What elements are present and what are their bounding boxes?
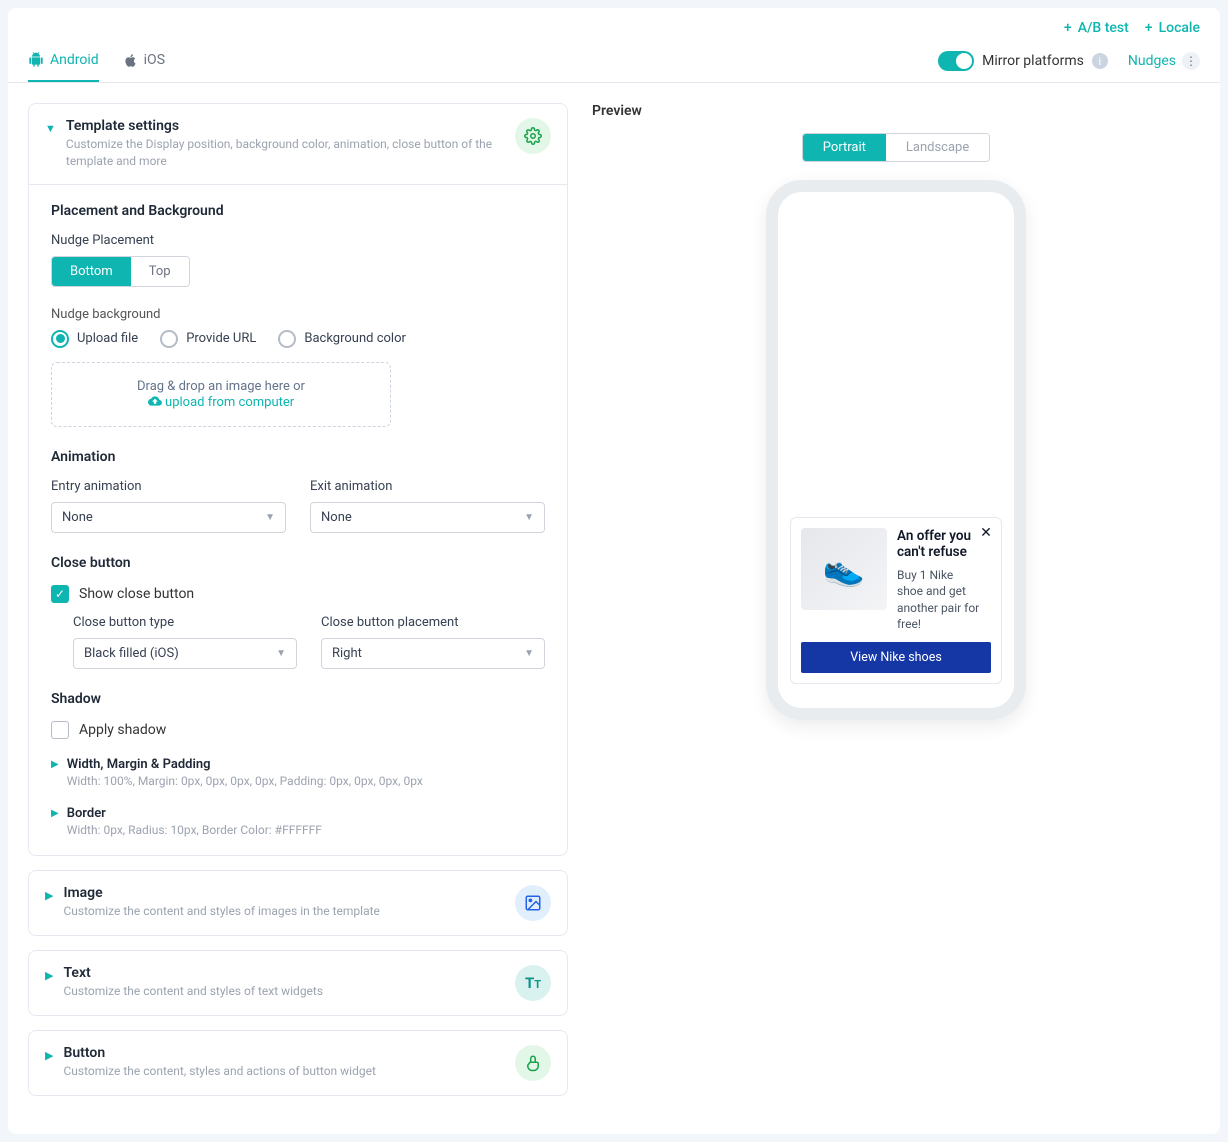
exit-anim-select[interactable]: None ▼ [310,502,545,533]
nudge-bg-label: Nudge background [51,307,545,322]
android-icon [28,52,44,68]
apple-icon [123,53,138,68]
close-place-select[interactable]: Right ▼ [321,638,545,669]
template-settings-title: Template settings [66,118,505,134]
nudge-image: 👟 [801,528,887,610]
wmp-subtitle: Width: 100%, Margin: 0px, 0px, 0px, 0px,… [67,774,423,788]
close-button-title: Close button [51,555,545,571]
text-icon: TT [515,965,551,1001]
animation-title: Animation [51,449,545,465]
button-title: Button [63,1045,505,1061]
radio-bg-color[interactable]: Background color [278,330,406,348]
locale-label: Locale [1159,20,1200,36]
nudge-title: An offer you can't refuse [897,528,981,562]
chevron-down-icon: ▼ [524,648,534,659]
info-icon[interactable]: i [1092,53,1108,69]
dropzone-link[interactable]: upload from computer [165,395,294,410]
cloud-upload-icon [148,394,162,408]
chevron-right-icon: ▶ [51,808,59,819]
mirror-platforms-toggle-group: Mirror platforms i [938,51,1108,71]
radio-upload-file[interactable]: Upload file [51,330,138,348]
entry-anim-select[interactable]: None ▼ [51,502,286,533]
show-close-label: Show close button [79,586,194,602]
plus-icon: + [1145,20,1153,36]
text-subtitle: Customize the content and styles of text… [63,983,505,1000]
nudges-link[interactable]: Nudges ⋮ [1128,52,1200,70]
orientation-portrait[interactable]: Portrait [803,134,886,161]
border-subtitle: Width: 0px, Radius: 10px, Border Color: … [67,823,322,837]
chevron-right-icon[interactable]: ▶ [45,1049,53,1062]
image-section-card[interactable]: ▶ Image Customize the content and styles… [28,870,568,936]
text-section-card[interactable]: ▶ Text Customize the content and styles … [28,950,568,1016]
checkbox-icon [51,721,69,739]
image-title: Image [63,885,505,901]
gear-icon [515,118,551,154]
chevron-down-icon: ▼ [265,512,275,523]
locale-button[interactable]: + Locale [1145,20,1200,36]
device-preview: 👟 An offer you can't refuse Buy 1 Nike s… [766,180,1026,720]
button-subtitle: Customize the content, styles and action… [63,1063,505,1080]
upload-dropzone[interactable]: Drag & drop an image here or upload from… [51,362,391,427]
dropzone-text: Drag & drop an image here or [137,379,305,394]
chevron-down-icon: ▼ [276,648,286,659]
template-settings-subtitle: Customize the Display position, backgrou… [66,136,505,170]
button-section-card[interactable]: ▶ Button Customize the content, styles a… [28,1030,568,1096]
text-title: Text [63,965,505,981]
placement-top[interactable]: Top [131,257,189,286]
tab-android[interactable]: Android [28,40,99,82]
chevron-right-icon[interactable]: ▶ [45,889,53,902]
chevron-right-icon[interactable]: ▶ [45,969,53,982]
placement-segmented: Bottom Top [51,256,190,287]
chevron-right-icon: ▶ [51,759,59,770]
nudges-label: Nudges [1128,53,1176,69]
border-title: Border [67,806,322,821]
entry-anim-label: Entry animation [51,479,286,494]
close-type-label: Close button type [73,615,297,630]
checkbox-icon: ✓ [51,585,69,603]
nudge-cta-button[interactable]: View Nike shoes [801,642,991,673]
width-margin-padding-section[interactable]: ▶ Width, Margin & Padding Width: 100%, M… [51,757,545,788]
apply-shadow-label: Apply shadow [79,722,166,738]
placement-bottom[interactable]: Bottom [52,257,131,286]
chevron-down-icon[interactable]: ▼ [45,122,56,135]
radio-upload-label: Upload file [77,331,138,346]
ab-test-label: A/B test [1078,20,1129,36]
orientation-segmented: Portrait Landscape [802,133,991,162]
preview-label: Preview [592,103,1200,119]
ab-test-button[interactable]: + A/B test [1064,20,1129,36]
border-section[interactable]: ▶ Border Width: 0px, Radius: 10px, Borde… [51,806,545,837]
close-place-label: Close button placement [321,615,545,630]
close-type-select[interactable]: Black filled (iOS) ▼ [73,638,297,669]
radio-bgcolor-label: Background color [304,331,406,346]
close-place-value: Right [332,646,362,661]
nudge-placement-label: Nudge Placement [51,233,545,248]
tab-android-label: Android [50,52,99,68]
close-type-value: Black filled (iOS) [84,646,179,661]
mirror-label: Mirror platforms [982,53,1084,69]
exit-anim-value: None [321,510,352,525]
template-settings-card: ▼ Template settings Customize the Displa… [28,103,568,856]
nudge-preview: 👟 An offer you can't refuse Buy 1 Nike s… [790,517,1002,685]
tab-ios[interactable]: iOS [123,40,165,82]
tab-ios-label: iOS [144,52,165,68]
close-icon[interactable]: ✕ [977,524,995,542]
entry-anim-value: None [62,510,93,525]
orientation-landscape[interactable]: Landscape [886,134,989,161]
image-subtitle: Customize the content and styles of imag… [63,903,505,920]
wmp-title: Width, Margin & Padding [67,757,423,772]
apply-shadow-checkbox[interactable]: Apply shadow [51,721,545,739]
mirror-toggle[interactable] [938,51,974,71]
exit-anim-label: Exit animation [310,479,545,494]
plus-icon: + [1064,20,1072,36]
radio-provide-url[interactable]: Provide URL [160,330,256,348]
show-close-checkbox[interactable]: ✓ Show close button [51,585,545,603]
shadow-title: Shadow [51,691,545,707]
chevron-down-icon: ▼ [524,512,534,523]
touch-icon [515,1045,551,1081]
placement-bg-title: Placement and Background [51,203,545,219]
image-icon [515,885,551,921]
nudge-description: Buy 1 Nike shoe and get another pair for… [897,567,981,632]
kebab-icon[interactable]: ⋮ [1182,52,1200,70]
radio-url-label: Provide URL [186,331,256,346]
